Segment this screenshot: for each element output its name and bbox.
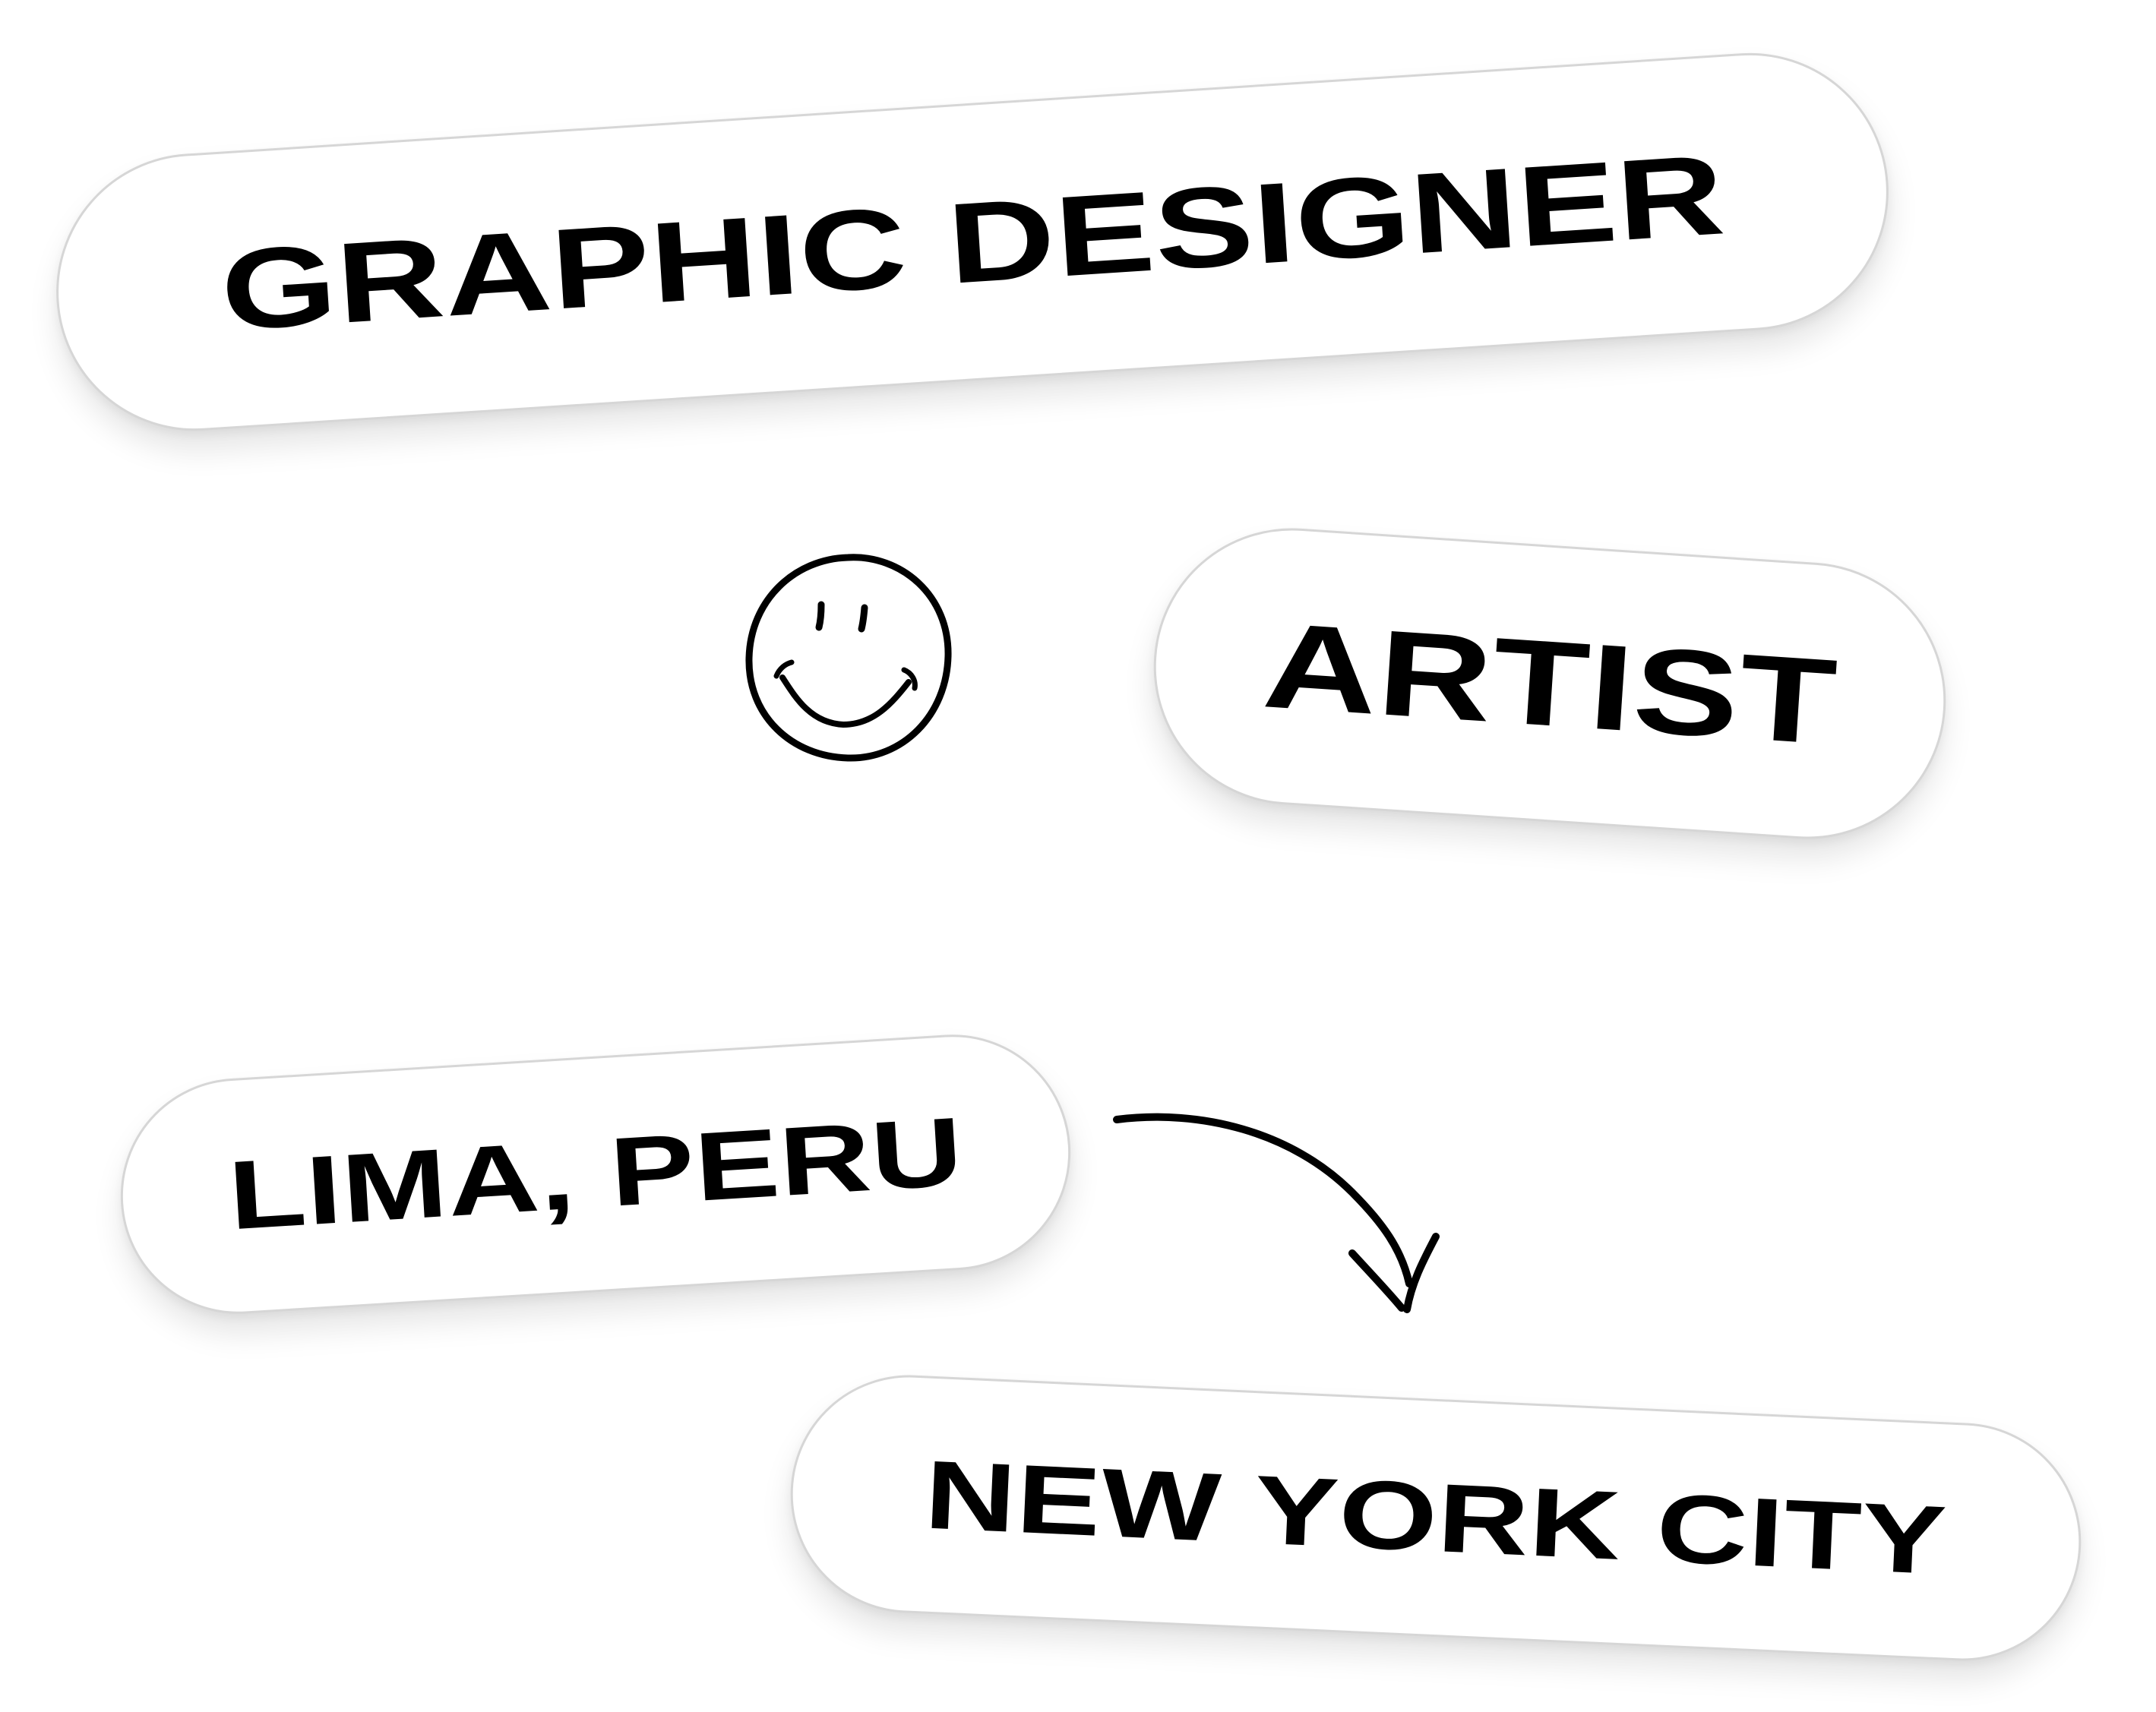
tag-new-york-city: NEW YORK CITY: [785, 1369, 2087, 1666]
smiley-face-icon: [745, 554, 952, 762]
tag-artist-label: ARTIST: [1259, 596, 1841, 770]
curved-arrow-icon: [1113, 1113, 1440, 1313]
tag-lima-peru-label: LIMA, PERU: [225, 1097, 966, 1251]
tag-new-york-city-label: NEW YORK CITY: [922, 1440, 1949, 1595]
tag-artist: ARTIST: [1145, 519, 1955, 848]
tag-lima-peru: LIMA, PERU: [113, 1028, 1078, 1321]
tag-graphic-designer: GRAPHIC DESIGNER: [47, 44, 1898, 440]
tag-graphic-designer-label: GRAPHIC DESIGNER: [217, 129, 1728, 355]
